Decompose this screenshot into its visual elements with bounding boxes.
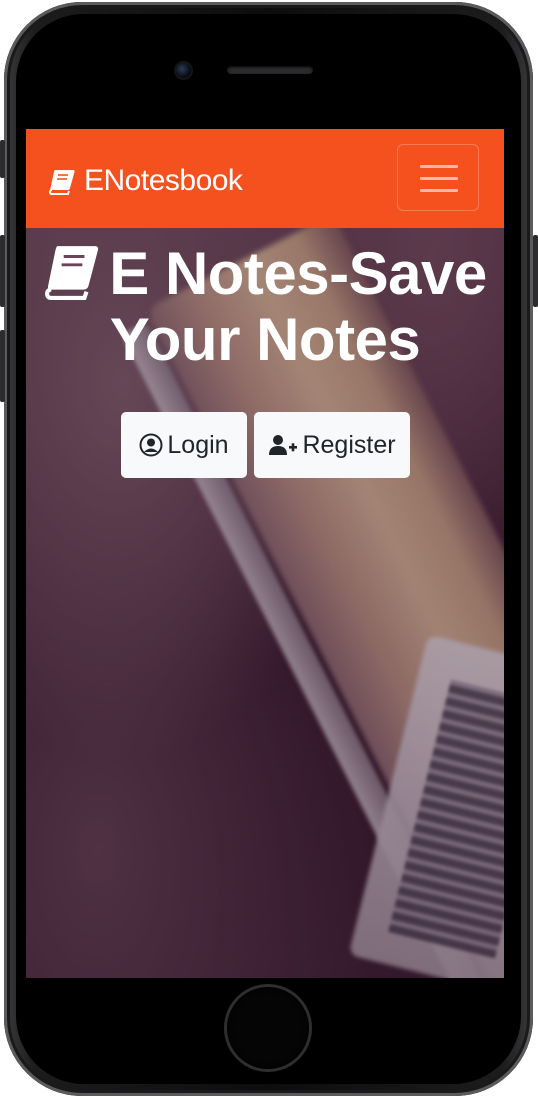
register-button[interactable]: Register bbox=[254, 412, 410, 478]
book-icon bbox=[45, 246, 99, 300]
side-button-volume-down bbox=[0, 330, 5, 402]
home-button[interactable] bbox=[227, 987, 309, 1069]
register-label: Register bbox=[302, 430, 396, 459]
user-plus-icon bbox=[269, 435, 298, 455]
navbar-toggler[interactable] bbox=[397, 144, 479, 211]
side-button-power bbox=[533, 235, 538, 307]
app-screen: ENotesbook E Notes-Save Your Notes Login bbox=[26, 129, 504, 978]
hero-title-line2: Your Notes bbox=[109, 306, 421, 373]
front-camera bbox=[176, 63, 191, 78]
hero-title-line1: E Notes-Save bbox=[109, 240, 487, 307]
brand-text: ENotesbook bbox=[84, 164, 243, 197]
earpiece-speaker bbox=[227, 66, 313, 74]
login-label: Login bbox=[167, 430, 229, 459]
book-icon bbox=[48, 170, 75, 195]
side-button-volume-up bbox=[0, 235, 5, 307]
brand-link[interactable]: ENotesbook bbox=[48, 161, 243, 201]
hero-title: E Notes-Save Your Notes bbox=[26, 241, 504, 373]
user-circle-icon bbox=[139, 433, 163, 457]
login-button[interactable]: Login bbox=[121, 412, 247, 478]
side-button-mute bbox=[0, 140, 5, 178]
navbar: ENotesbook bbox=[26, 129, 504, 228]
